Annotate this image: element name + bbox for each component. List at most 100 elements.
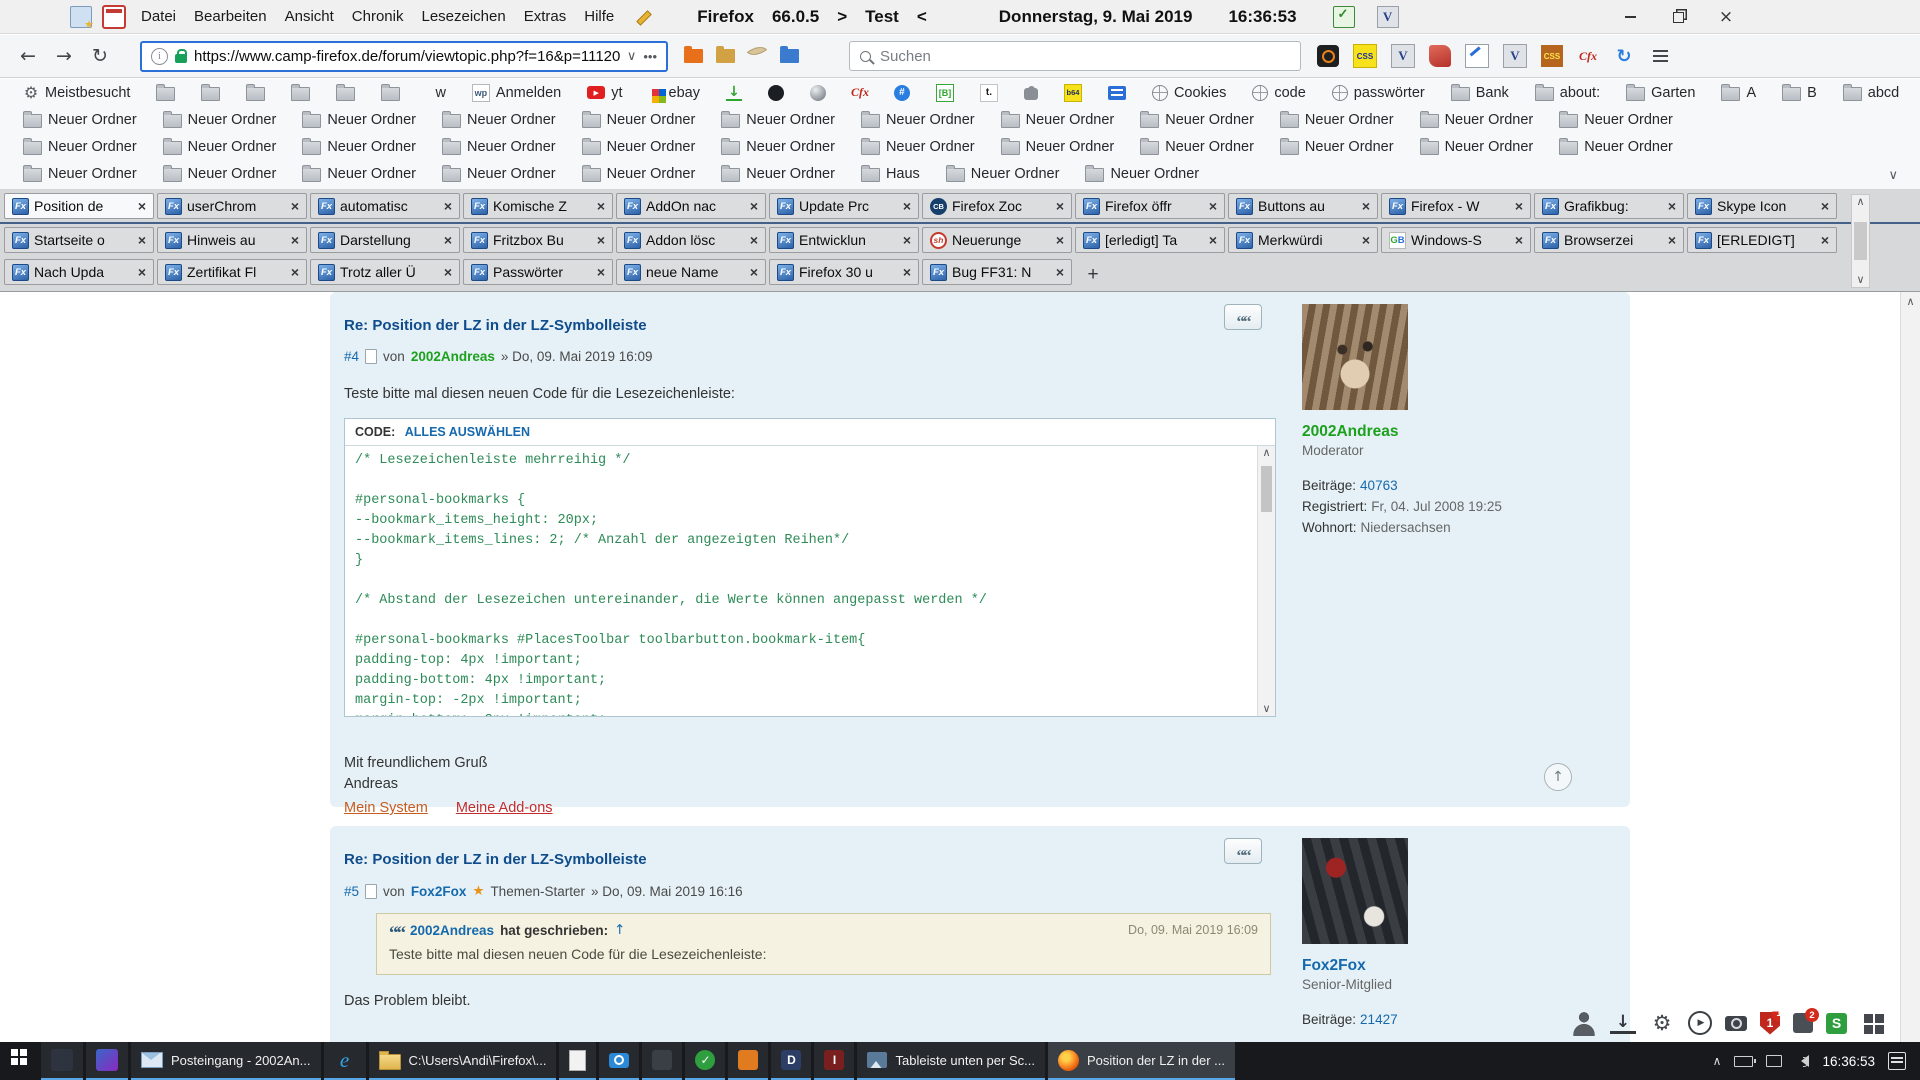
menu-item[interactable]: Datei xyxy=(132,2,185,31)
tab-close-icon[interactable]: × xyxy=(1515,198,1523,214)
bookmark-item[interactable]: Neuer Ordner xyxy=(848,138,988,155)
tab-close-icon[interactable]: × xyxy=(138,198,146,214)
browser-tab[interactable]: Passwörter× xyxy=(463,259,613,285)
taskbar-button[interactable]: Position der LZ in der ... xyxy=(1048,1042,1235,1080)
browser-tab[interactable]: Trotz aller Ü× xyxy=(310,259,460,285)
bookmark-item[interactable]: Neuer Ordner xyxy=(988,111,1128,128)
post-number-link[interactable]: #4 xyxy=(344,349,359,364)
bookmarks-overflow-icon[interactable]: ∨ xyxy=(1888,168,1898,183)
bookmark-item[interactable]: Neuer Ordner xyxy=(10,111,150,128)
taskbar-button[interactable]: Tableiste unten per Sc... xyxy=(857,1042,1044,1080)
browser-tab[interactable]: Hinweis au× xyxy=(157,227,307,253)
bookmark-item[interactable]: Neuer Ordner xyxy=(429,165,569,182)
menu-item[interactable]: Bearbeiten xyxy=(185,2,276,31)
bookmark-item[interactable]: ebay xyxy=(636,85,713,101)
tab-close-icon[interactable]: × xyxy=(597,264,605,280)
bookmark-item[interactable]: Meistbesucht xyxy=(10,85,143,101)
bookmark-item[interactable]: Neuer Ordner xyxy=(569,165,709,182)
bookmark-item[interactable] xyxy=(278,84,323,101)
tab-close-icon[interactable]: × xyxy=(1362,232,1370,248)
status-icon[interactable]: 2 xyxy=(1793,1013,1813,1033)
bookmark-item[interactable]: Haus xyxy=(848,165,933,182)
addon-icon[interactable] xyxy=(1649,45,1671,67)
tab-close-icon[interactable]: × xyxy=(291,198,299,214)
browser-tab[interactable]: userChrom× xyxy=(157,193,307,219)
toolbar-icon[interactable] xyxy=(12,7,32,27)
post-permalink-icon[interactable] xyxy=(365,884,377,899)
taskbar-button[interactable] xyxy=(599,1042,639,1080)
addon-icon[interactable] xyxy=(1541,45,1563,67)
pencil-icon[interactable] xyxy=(633,8,651,26)
taskbar-button[interactable] xyxy=(685,1042,725,1080)
addon-icon[interactable] xyxy=(1429,45,1451,67)
tab-close-icon[interactable]: × xyxy=(750,264,758,280)
tab-close-icon[interactable]: × xyxy=(291,232,299,248)
taskbar-button[interactable] xyxy=(324,1042,366,1080)
taskbar-button[interactable] xyxy=(814,1042,854,1080)
status-icon[interactable] xyxy=(1571,1010,1597,1036)
network-icon[interactable] xyxy=(1766,1055,1782,1067)
taskbar-button[interactable] xyxy=(86,1042,128,1080)
minimize-button[interactable] xyxy=(1606,0,1654,34)
bookmark-item[interactable]: Neuer Ordner xyxy=(429,111,569,128)
bookmark-item[interactable] xyxy=(1095,86,1139,100)
browser-tab[interactable]: [erledigt] Ta× xyxy=(1075,227,1225,253)
browser-tab[interactable]: Bug FF31: N× xyxy=(922,259,1072,285)
menu-item[interactable]: Extras xyxy=(515,2,576,31)
bookmark-item[interactable] xyxy=(1051,84,1095,102)
tab-close-icon[interactable]: × xyxy=(1056,264,1064,280)
tab-close-icon[interactable]: × xyxy=(903,198,911,214)
bookmark-item[interactable] xyxy=(923,84,967,102)
taskbar-button[interactable] xyxy=(41,1042,83,1080)
tab-close-icon[interactable]: × xyxy=(1209,232,1217,248)
bookmark-item[interactable]: Neuer Ordner xyxy=(150,165,290,182)
browser-tab[interactable]: Grafikbug:× xyxy=(1534,193,1684,219)
status-icon[interactable] xyxy=(1610,1012,1636,1034)
mein-system-link[interactable]: Mein System xyxy=(344,798,428,819)
url-bar[interactable]: i https://www.camp-firefox.de/forum/view… xyxy=(140,41,668,72)
bookmark-item[interactable]: Neuer Ordner xyxy=(10,138,150,155)
tab-close-icon[interactable]: × xyxy=(1056,232,1064,248)
tray-expand-icon[interactable]: ∧ xyxy=(1713,1054,1722,1068)
avatar[interactable] xyxy=(1302,304,1408,410)
author-link[interactable]: Fox2Fox xyxy=(411,884,467,899)
scroll-up-icon[interactable]: ∧ xyxy=(1262,446,1270,460)
bookmark-item[interactable]: Neuer Ordner xyxy=(569,111,709,128)
browser-tab[interactable]: Windows-S× xyxy=(1381,227,1531,253)
tab-close-icon[interactable]: × xyxy=(750,198,758,214)
reload-button[interactable]: ↻ xyxy=(82,45,118,67)
browser-tab[interactable]: Addon lösc× xyxy=(616,227,766,253)
bookmark-item[interactable]: Neuer Ordner xyxy=(150,138,290,155)
bookmark-item[interactable]: Neuer Ordner xyxy=(1267,111,1407,128)
page-actions-icon[interactable]: ••• xyxy=(643,49,657,64)
tab-close-icon[interactable]: × xyxy=(444,198,452,214)
url-dropdown-icon[interactable]: ∨ xyxy=(627,49,637,64)
tab-close-icon[interactable]: × xyxy=(1515,232,1523,248)
calendar-check-icon[interactable] xyxy=(1333,6,1355,28)
bookmark-item[interactable]: Neuer Ordner xyxy=(1546,111,1686,128)
bookmark-item[interactable] xyxy=(967,84,1011,102)
new-tab-button[interactable]: + xyxy=(1078,262,1108,288)
bookmark-item[interactable] xyxy=(188,84,233,101)
bookmark-item[interactable] xyxy=(839,85,881,101)
tab-close-icon[interactable]: × xyxy=(1056,198,1064,214)
bookmark-item[interactable]: Anmelden xyxy=(459,84,574,102)
code-body[interactable]: ∧ ∨ /* Lesezeichenleiste mehrreihig */#p… xyxy=(345,446,1275,716)
code-scrollbar[interactable]: ∧ ∨ xyxy=(1257,446,1275,716)
bookmark-item[interactable]: abcd xyxy=(1830,84,1912,101)
menu-item[interactable]: Hilfe xyxy=(575,2,623,31)
status-icon[interactable] xyxy=(1725,1016,1747,1031)
tab-close-icon[interactable]: × xyxy=(597,232,605,248)
bookmark-item[interactable] xyxy=(143,84,188,101)
bookmark-item[interactable]: Neuer Ordner xyxy=(1912,84,1920,101)
bookmark-item[interactable]: code xyxy=(1239,85,1318,101)
bookmark-item[interactable]: Bank xyxy=(1438,84,1522,101)
addon-icon[interactable] xyxy=(1613,45,1635,67)
browser-tab[interactable]: Firefox Zoc× xyxy=(922,193,1072,219)
bookmark-item[interactable]: Neuer Ordner xyxy=(708,138,848,155)
status-icon[interactable] xyxy=(1649,1010,1675,1036)
bookmark-item[interactable]: Neuer Ordner xyxy=(1127,111,1267,128)
bookmark-item[interactable]: Cookies xyxy=(1139,85,1239,101)
scroll-up-icon[interactable]: ∧ xyxy=(1901,295,1920,309)
search-bar[interactable]: Suchen xyxy=(849,41,1301,71)
